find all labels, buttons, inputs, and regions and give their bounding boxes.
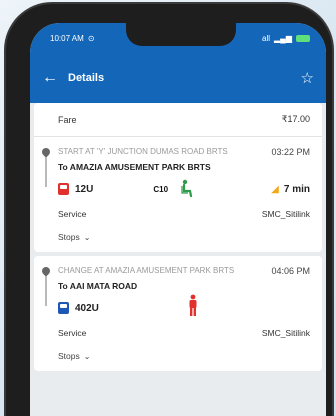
route-line <box>45 276 47 306</box>
fare-row: Fare ₹17.00 <box>34 103 322 137</box>
battery-icon <box>296 34 310 42</box>
phone-frame: 10:07 AM ⊙ all ▂▄▆ ← Details ☆ Fare ₹17.… <box>6 4 332 416</box>
phone-screen: 10:07 AM ⊙ all ▂▄▆ ← Details ☆ Fare ₹17.… <box>30 23 326 416</box>
leg-departure-time: 03:22 PM <box>271 147 310 157</box>
trip-leg: Start at 'Y' JUNCTION DUMAS ROAD BRTS 03… <box>34 137 322 252</box>
signal-text: all <box>262 33 271 43</box>
wait-signal-icon: ◢ <box>271 183 279 195</box>
trip-card: Change at AMAZIA AMUSEMENT PARK BRTS 04:… <box>34 256 322 371</box>
service-label: Service <box>58 209 87 219</box>
wait-time: 7 min <box>283 183 310 195</box>
location-pin-icon <box>40 265 52 277</box>
stops-toggle[interactable]: Stops ⌄ <box>58 345 310 367</box>
route-row: 12U C10 ◢ 7 min <box>58 176 310 202</box>
chevron-down-icon: ⌄ <box>83 232 91 242</box>
location-pin-icon <box>40 146 52 158</box>
service-value: SMC_Sitilink <box>261 209 310 219</box>
seat-code: C10 <box>153 184 169 194</box>
bus-icon <box>58 183 69 195</box>
trip-card: Fare ₹17.00 Start at 'Y' JUNCTION DUMAS … <box>34 103 322 252</box>
stops-label: Stops <box>58 351 80 361</box>
route-row: 402U <box>58 294 310 323</box>
leg-start-stop: Change at AMAZIA AMUSEMENT PARK BRTS <box>58 266 235 275</box>
stops-label: Stops <box>58 232 80 242</box>
stops-toggle[interactable]: Stops ⌄ <box>58 226 310 248</box>
route-number: 402U <box>75 302 99 314</box>
star-outline-icon[interactable]: ☆ <box>301 71 314 86</box>
leg-destination: To AMAZIA AMUSEMENT PARK BRTS <box>58 162 211 172</box>
arrow-left-icon[interactable]: ← <box>42 70 58 86</box>
fare-label: Fare <box>58 114 77 125</box>
standing-passenger-icon <box>187 294 199 323</box>
app-bar: ← Details ☆ <box>30 53 326 103</box>
seated-passenger-icon <box>180 179 194 200</box>
fare-value: ₹17.00 <box>281 114 310 124</box>
bus-icon <box>58 302 69 314</box>
status-time: 10:07 AM <box>50 33 84 43</box>
trip-leg: Change at AMAZIA AMUSEMENT PARK BRTS 04:… <box>34 256 322 371</box>
leg-destination: To AAI MATA ROAD <box>58 281 138 291</box>
page-title: Details <box>68 72 105 84</box>
service-row: Service SMC_Sitilink <box>58 321 310 345</box>
service-row: Service SMC_Sitilink <box>58 202 310 226</box>
leg-start-stop: Start at 'Y' JUNCTION DUMAS ROAD BRTS <box>58 147 228 156</box>
service-label: Service <box>58 328 87 338</box>
chevron-down-icon: ⌄ <box>83 351 91 361</box>
sync-icon: ⊙ <box>87 33 95 43</box>
route-line <box>45 157 47 187</box>
leg-departure-time: 04:06 PM <box>271 266 310 276</box>
signal-icon: ▂▄▆ <box>274 33 292 43</box>
service-value: SMC_Sitilink <box>261 328 310 338</box>
camera-notch <box>126 22 236 46</box>
route-number: 12U <box>75 183 94 195</box>
